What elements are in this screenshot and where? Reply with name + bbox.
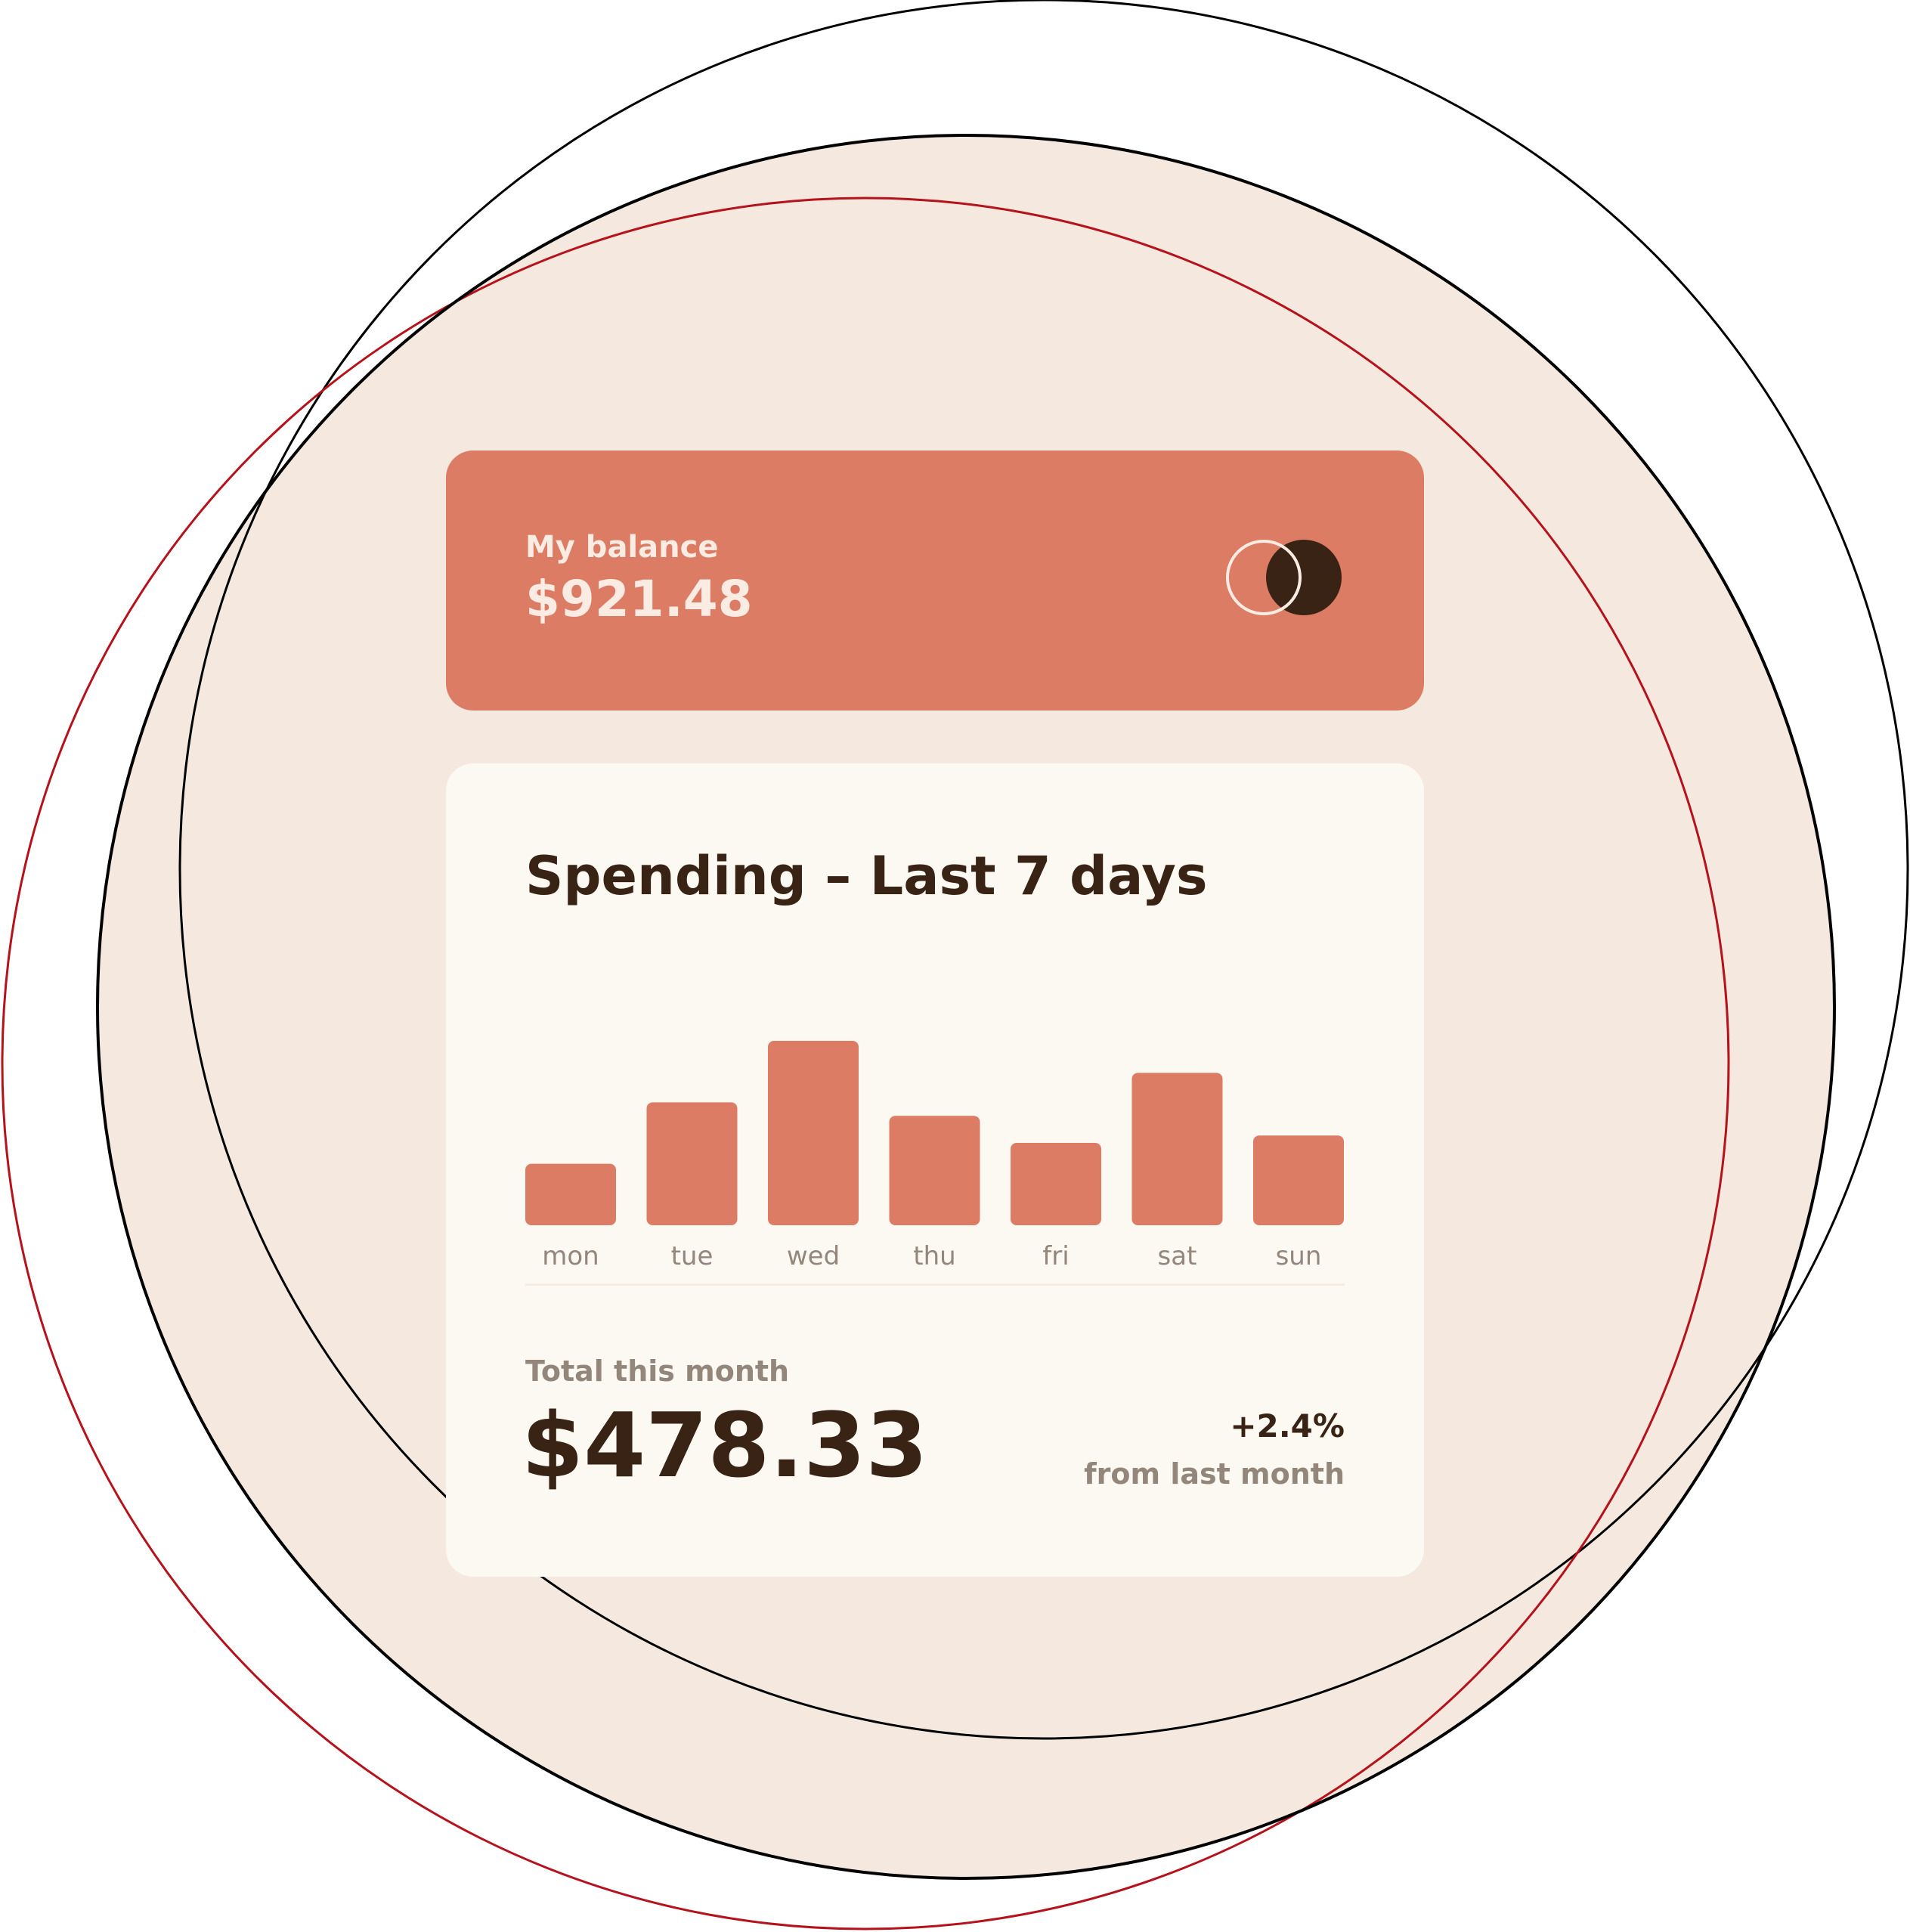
- balance-card: My balance $921.48: [446, 450, 1424, 711]
- chart-bar-sat[interactable]: [1131, 1073, 1223, 1225]
- balance-amount: $921.48: [525, 570, 753, 628]
- monthly-change-caption: from last month: [1084, 1457, 1345, 1491]
- monthly-change-value: +2.4%: [1230, 1407, 1345, 1444]
- chart-bar-sun[interactable]: [1253, 1135, 1344, 1225]
- chart-bar-wed[interactable]: [768, 1041, 859, 1225]
- spending-bar-chart: mon tue wed thu fri sat sun: [525, 1041, 1344, 1271]
- chart-day-label-tue: tue: [671, 1241, 714, 1271]
- balance-label: My balance: [525, 530, 719, 565]
- card-brand-logo-icon: [1226, 540, 1342, 615]
- chart-bar-tue[interactable]: [646, 1102, 738, 1225]
- total-this-month-amount: $478.33: [522, 1393, 928, 1497]
- chart-day-label-fri: fri: [1042, 1241, 1069, 1271]
- chart-divider: [525, 1283, 1345, 1286]
- chart-bar-mon[interactable]: [525, 1163, 616, 1225]
- chart-day-label-wed: wed: [787, 1241, 840, 1271]
- chart-day-label-thu: thu: [913, 1241, 955, 1271]
- spending-card: Spending – Last 7 days mon tue wed thu fri sa…: [446, 763, 1424, 1577]
- chart-day-label-mon: mon: [542, 1241, 599, 1271]
- spending-title: Spending – Last 7 days: [525, 845, 1208, 907]
- chart-day-label-sun: sun: [1276, 1241, 1322, 1271]
- total-this-month-label: Total this month: [525, 1355, 790, 1388]
- chart-bar-fri[interactable]: [1011, 1143, 1101, 1225]
- chart-day-label-sat: sat: [1158, 1241, 1197, 1271]
- logo-dark-circle: [1266, 540, 1342, 615]
- chart-bar-thu[interactable]: [889, 1116, 980, 1225]
